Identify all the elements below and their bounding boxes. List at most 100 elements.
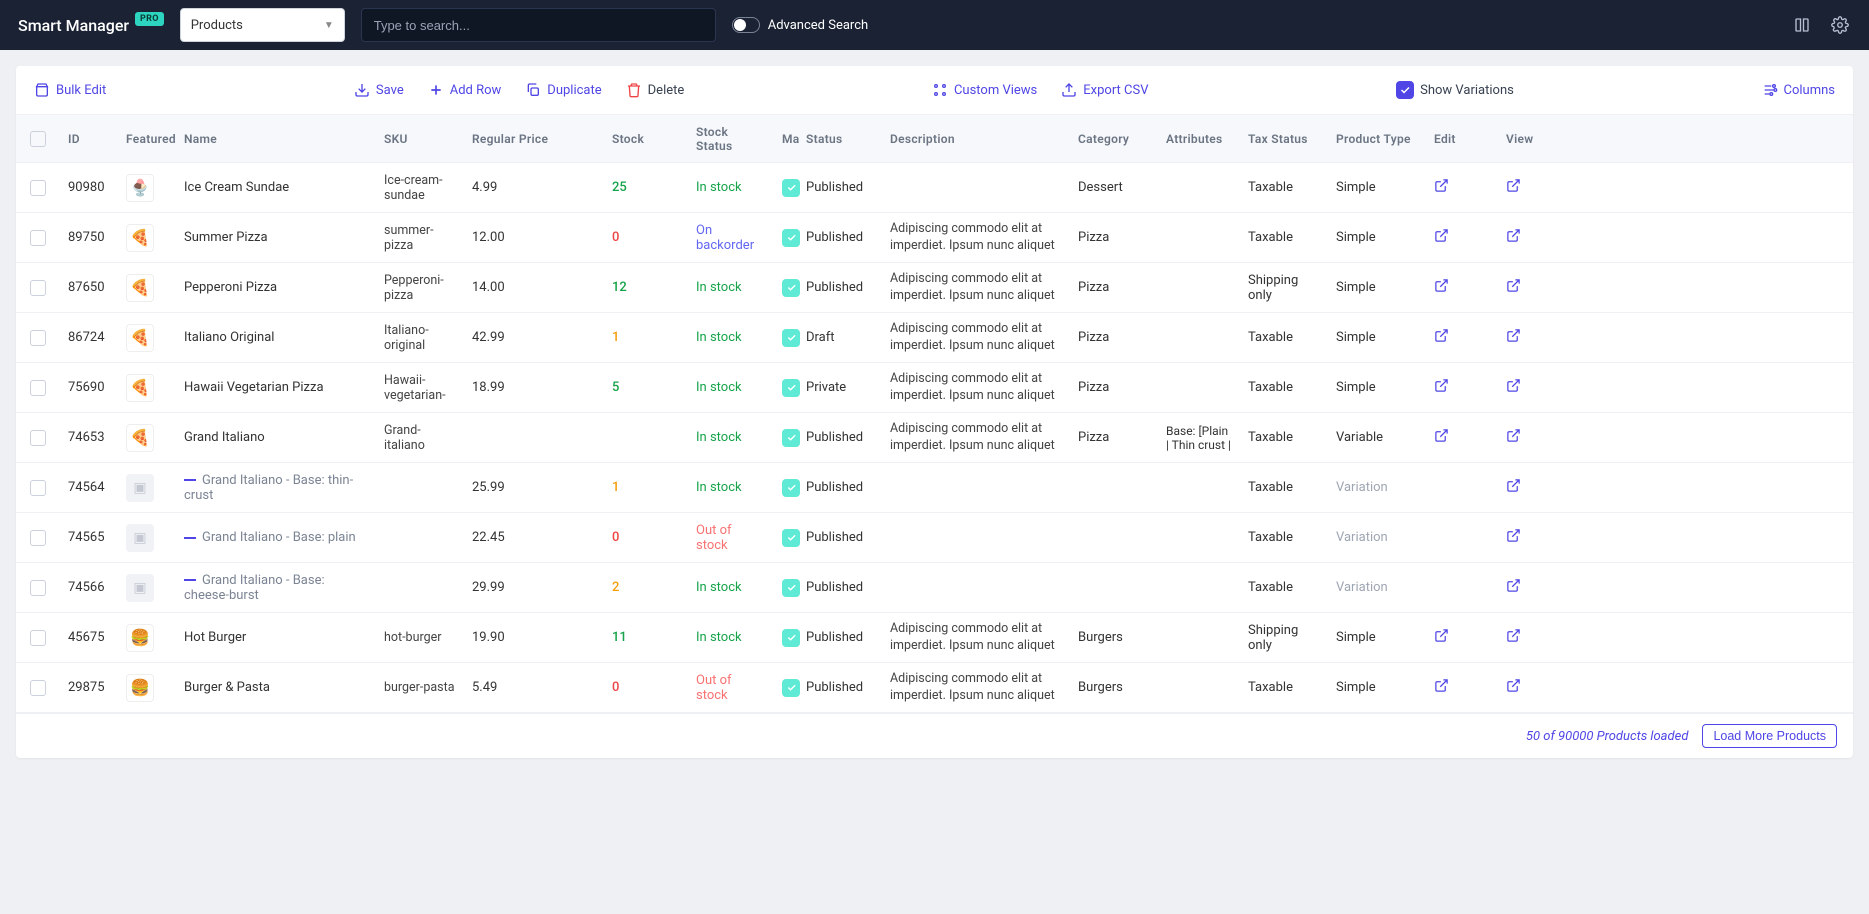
select-all-checkbox[interactable] [30,131,46,147]
cell-status: Published [798,630,882,645]
edit-link-icon[interactable] [1426,178,1498,197]
view-link-icon[interactable] [1498,678,1554,697]
table-row[interactable]: 74566▣Grand Italiano - Base: cheese-burs… [16,563,1853,613]
edit-link-icon[interactable] [1426,278,1498,297]
cell-stock-status: In stock [688,280,774,295]
edit-link-icon[interactable] [1426,428,1498,447]
search-input[interactable] [374,18,703,33]
col-stock-status[interactable]: Stock Status [688,125,774,153]
add-row-button[interactable]: Add Row [428,82,502,98]
edit-link-icon[interactable] [1426,378,1498,397]
row-checkbox[interactable] [30,330,46,346]
edit-link-icon[interactable] [1426,678,1498,697]
view-link-icon[interactable] [1498,478,1554,497]
cell-category: Dessert [1070,180,1158,195]
table-scroll[interactable]: ID Featured Name SKU Regular Price Stock… [16,114,1853,714]
view-link-icon[interactable] [1498,278,1554,297]
load-more-button[interactable]: Load More Products [1702,724,1837,748]
save-button[interactable]: Save [354,82,404,98]
edit-link-icon[interactable] [1426,328,1498,347]
product-name: Hawaii Vegetarian Pizza [184,380,324,395]
row-checkbox[interactable] [30,580,46,596]
product-name: Grand Italiano - Base: cheese-burst [184,573,325,603]
col-category[interactable]: Category [1070,132,1158,146]
edit-link-icon[interactable] [1426,228,1498,247]
table-row[interactable]: 45675🍔Hot Burgerhot-burger19.9011In stoc… [16,613,1853,663]
col-tax-status[interactable]: Tax Status [1240,132,1328,146]
cell-ma [774,229,798,247]
view-link-icon[interactable] [1498,378,1554,397]
col-sku[interactable]: SKU [376,132,464,146]
col-view[interactable]: View [1498,132,1554,146]
delete-button[interactable]: Delete [626,82,685,98]
entity-selector[interactable]: Products ▼ [180,8,345,42]
view-link-icon[interactable] [1498,178,1554,197]
col-ma[interactable]: Ma [774,132,798,146]
row-checkbox[interactable] [30,630,46,646]
col-edit[interactable]: Edit [1426,132,1498,146]
search-box [361,8,716,42]
row-checkbox[interactable] [30,680,46,696]
row-checkbox[interactable] [30,280,46,296]
row-checkbox[interactable] [30,430,46,446]
view-link-icon[interactable] [1498,628,1554,647]
cell-stock-status: On backorder [688,223,774,253]
product-thumb: 🍔 [126,624,154,652]
docs-icon[interactable] [1791,14,1813,36]
table-row[interactable]: 74565▣Grand Italiano - Base: plain22.450… [16,513,1853,563]
cell-sku: Ice-cream-sundae [376,173,464,203]
cell-product-type: Simple [1328,330,1426,345]
cell-name: Grand Italiano - Base: plain [176,530,376,545]
table-row[interactable]: 87650🍕Pepperoni PizzaPepperoni-pizza14.0… [16,263,1853,313]
table-row[interactable]: 74564▣Grand Italiano - Base: thin-crust2… [16,463,1853,513]
cell-stock-status: In stock [688,630,774,645]
cell-tax: Taxable [1240,680,1328,695]
advanced-search-toggle[interactable]: Advanced Search [732,17,868,33]
cell-tax: Taxable [1240,230,1328,245]
gear-icon[interactable] [1829,14,1851,36]
cell-id: 89750 [60,230,118,245]
cell-featured: 🍔 [118,624,176,652]
table-row[interactable]: 89750🍕Summer Pizzasummer-pizza12.000On b… [16,213,1853,263]
row-checkbox[interactable] [30,480,46,496]
row-checkbox[interactable] [30,380,46,396]
col-id[interactable]: ID [60,132,118,146]
cell-featured: 🍕 [118,374,176,402]
row-checkbox[interactable] [30,230,46,246]
view-link-icon[interactable] [1498,528,1554,547]
custom-views-button[interactable]: Custom Views [932,82,1037,98]
cell-tax: Taxable [1240,330,1328,345]
edit-link-icon[interactable] [1426,628,1498,647]
bulk-edit-button[interactable]: Bulk Edit [34,82,106,98]
show-variations-toggle[interactable]: Show Variations [1396,81,1514,99]
col-featured[interactable]: Featured [118,132,176,146]
col-regular-price[interactable]: Regular Price [464,132,604,146]
table-row[interactable]: 75690🍕Hawaii Vegetarian PizzaHawaii-vege… [16,363,1853,413]
duplicate-button[interactable]: Duplicate [525,82,601,98]
cell-product-type: Simple [1328,180,1426,195]
cell-product-type: Simple [1328,230,1426,245]
view-link-icon[interactable] [1498,428,1554,447]
col-status[interactable]: Status [798,132,882,146]
col-name[interactable]: Name [176,132,376,146]
view-link-icon[interactable] [1498,228,1554,247]
cell-id: 29875 [60,680,118,695]
table-row[interactable]: 74653🍕Grand ItalianoGrand-italianoIn sto… [16,413,1853,463]
row-checkbox[interactable] [30,530,46,546]
view-link-icon[interactable] [1498,328,1554,347]
col-product-type[interactable]: Product Type [1328,132,1426,146]
col-stock[interactable]: Stock [604,132,688,146]
col-attributes[interactable]: Attributes [1158,132,1240,146]
table-row[interactable]: 90980🍨Ice Cream SundaeIce-cream-sundae4.… [16,163,1853,213]
view-link-icon[interactable] [1498,578,1554,597]
product-name: Ice Cream Sundae [184,180,289,195]
columns-button[interactable]: Columns [1762,82,1836,98]
table-row[interactable]: 86724🍕Italiano OriginalItaliano-original… [16,313,1853,363]
col-description[interactable]: Description [882,132,1070,146]
cell-status: Published [798,680,882,695]
cell-id: 74565 [60,530,118,545]
cell-ma [774,679,798,697]
export-csv-button[interactable]: Export CSV [1061,82,1148,98]
table-row[interactable]: 29875🍔Burger & Pastaburger-pasta5.490Out… [16,663,1853,713]
row-checkbox[interactable] [30,180,46,196]
